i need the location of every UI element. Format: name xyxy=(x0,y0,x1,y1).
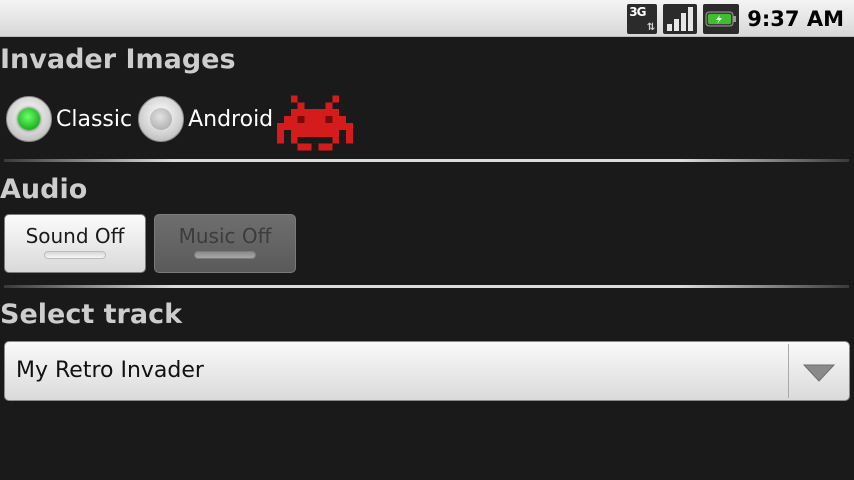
status-bar: 3G ⇅ 9:37 AM xyxy=(0,0,854,37)
sound-toggle-button[interactable]: Sound Off xyxy=(4,214,146,273)
settings-screen: 3G ⇅ 9:37 AM Invader Images Classic Andr… xyxy=(0,0,854,480)
select-track-heading: Select track xyxy=(0,299,183,330)
track-dropdown-value: My Retro Invader xyxy=(16,358,204,383)
network-3g-icon: 3G ⇅ xyxy=(627,3,658,34)
radio-dot-icon xyxy=(150,108,173,130)
battery-charging-icon xyxy=(703,3,740,34)
invader-image-radio-group: Classic Android xyxy=(6,94,354,151)
signal-strength-icon xyxy=(663,3,698,34)
space-invader-icon xyxy=(277,95,354,151)
clock: 9:37 AM xyxy=(747,6,844,31)
music-toggle-button[interactable]: Music Off xyxy=(154,214,296,273)
radio-android-label[interactable]: Android xyxy=(188,107,273,132)
dropdown-arrow-icon[interactable] xyxy=(803,364,835,382)
network-type: 3G xyxy=(629,4,646,19)
toggle-indicator xyxy=(44,251,106,259)
divider xyxy=(4,159,849,162)
track-dropdown[interactable]: My Retro Invader xyxy=(4,341,850,401)
status-icons: 3G ⇅ 9:37 AM xyxy=(627,0,844,37)
radio-classic-label[interactable]: Classic xyxy=(56,107,132,132)
radio-dot-icon xyxy=(18,108,40,130)
music-toggle-label: Music Off xyxy=(178,224,272,248)
divider xyxy=(4,285,849,288)
data-arrows-icon: ⇅ xyxy=(646,21,656,33)
dropdown-separator xyxy=(788,344,789,398)
toggle-indicator xyxy=(194,251,256,259)
invader-images-heading: Invader Images xyxy=(0,44,236,75)
audio-heading: Audio xyxy=(0,174,88,205)
radio-classic[interactable] xyxy=(6,96,52,142)
sound-toggle-label: Sound Off xyxy=(25,224,125,248)
radio-android[interactable] xyxy=(138,96,185,142)
